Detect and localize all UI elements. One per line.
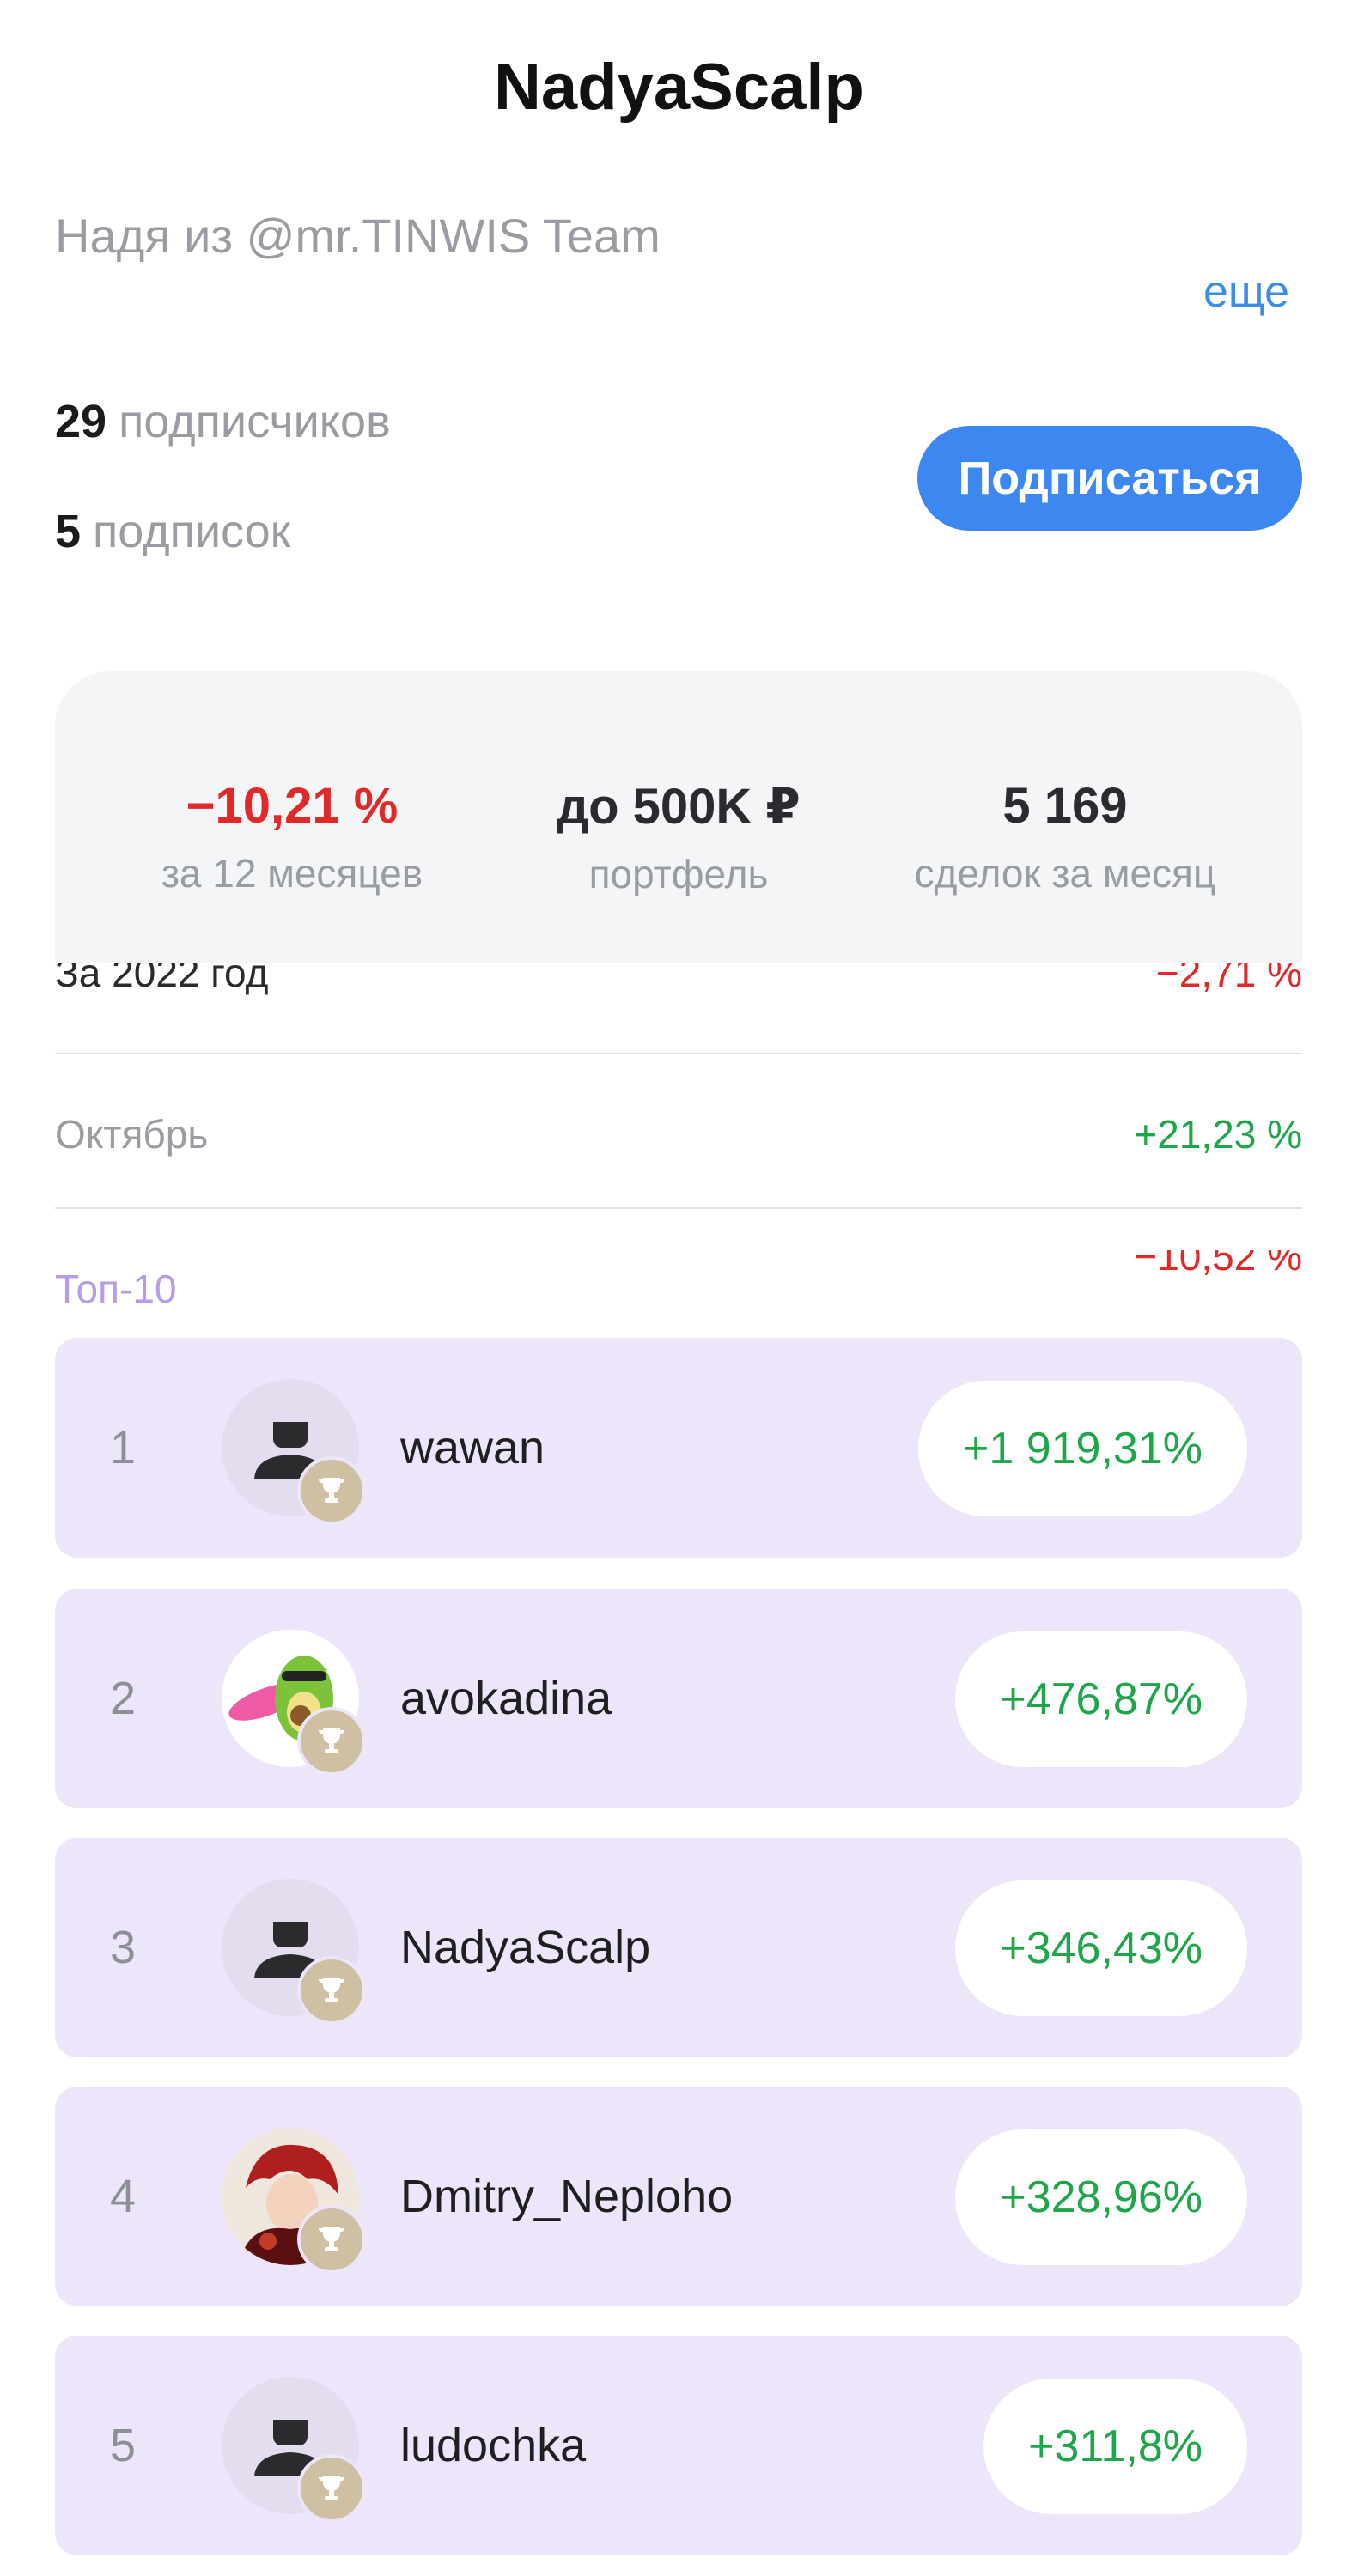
trophy-icon bbox=[297, 1707, 366, 1776]
trophy-icon bbox=[297, 1956, 366, 2025]
row-value-october: +21,23 % bbox=[1134, 1112, 1302, 1157]
top10-header: Топ-10 −10,52 % bbox=[0, 1250, 1358, 1312]
stat-value: −10,21 % bbox=[186, 778, 399, 834]
leaderboard-item[interactable]: 2 avokadina +476,87% bbox=[55, 1589, 1302, 1808]
yield-pill: +1 919,31% bbox=[917, 1381, 1247, 1516]
following-count[interactable]: 5 подписок bbox=[55, 505, 290, 558]
username: avokadina bbox=[400, 1673, 612, 1724]
leaderboard-item[interactable]: 4 Dmitry_Neploho +328,96% bbox=[55, 2087, 1302, 2306]
yield-pill: +311,8% bbox=[983, 2379, 1247, 2514]
rank: 3 bbox=[110, 1922, 137, 1973]
trophy-icon bbox=[297, 1456, 366, 1525]
rank: 4 bbox=[110, 2171, 137, 2222]
stat-label: портфель bbox=[588, 852, 769, 896]
row-label: За 2022 год bbox=[55, 963, 269, 995]
stat-value: до 500K ₽ bbox=[557, 779, 801, 835]
followers-number: 29 bbox=[55, 396, 107, 447]
stat-value: 5 169 bbox=[1002, 778, 1128, 834]
row-value: −2,71 % bbox=[1155, 963, 1302, 995]
followers-count[interactable]: 29 подписчиков bbox=[55, 395, 391, 448]
leaderboard-item[interactable]: 5 ludochka +311,8% bbox=[55, 2336, 1302, 2555]
stat-yield-12m: −10,21 % за 12 месяцев bbox=[77, 777, 507, 896]
rank: 5 bbox=[110, 2420, 137, 2471]
leaderboard-item[interactable]: 1 wawan +1 919,31% bbox=[55, 1338, 1302, 1558]
rank: 1 bbox=[110, 1422, 137, 1473]
top10-title: Топ-10 bbox=[55, 1267, 177, 1311]
yield-pill: +328,96% bbox=[955, 2129, 1247, 2265]
divider bbox=[55, 1207, 1302, 1209]
username: Dmitry_Neploho bbox=[400, 2171, 734, 2222]
yield-row-2022: За 2022 год −2,71 % bbox=[0, 963, 1358, 1005]
following-label: подписок bbox=[93, 506, 291, 557]
rank: 2 bbox=[110, 1673, 137, 1724]
page-title: NadyaScalp bbox=[494, 51, 864, 124]
stat-deals: 5 169 сделок за месяц bbox=[850, 777, 1280, 896]
top10-partial-value: −10,52 % bbox=[1134, 1250, 1302, 1279]
leaderboard-item[interactable]: 3 NadyaScalp +346,43% bbox=[55, 1838, 1302, 2057]
following-number: 5 bbox=[55, 506, 82, 557]
username: ludochka bbox=[400, 2420, 587, 2471]
more-link[interactable]: еще bbox=[1203, 266, 1289, 318]
yield-pill: +476,87% bbox=[955, 1631, 1247, 1767]
row-label-october: Октябрь bbox=[55, 1112, 209, 1157]
stat-label: сделок за месяц bbox=[914, 851, 1216, 896]
followers-label: подписчиков bbox=[119, 396, 391, 447]
stat-label: за 12 месяцев bbox=[161, 851, 423, 896]
yield-pill: +346,43% bbox=[955, 1880, 1247, 2016]
trophy-icon bbox=[297, 2205, 366, 2274]
divider bbox=[55, 1053, 1302, 1054]
trophy-icon bbox=[297, 2454, 366, 2523]
username: NadyaScalp bbox=[400, 1922, 651, 1973]
stat-portfolio: до 500K ₽ портфель bbox=[464, 777, 893, 897]
profile-bio: Надя из @mr.TINWIS Team bbox=[55, 209, 661, 263]
subscribe-button[interactable]: Подписаться bbox=[917, 426, 1302, 531]
username: wawan bbox=[400, 1422, 545, 1473]
